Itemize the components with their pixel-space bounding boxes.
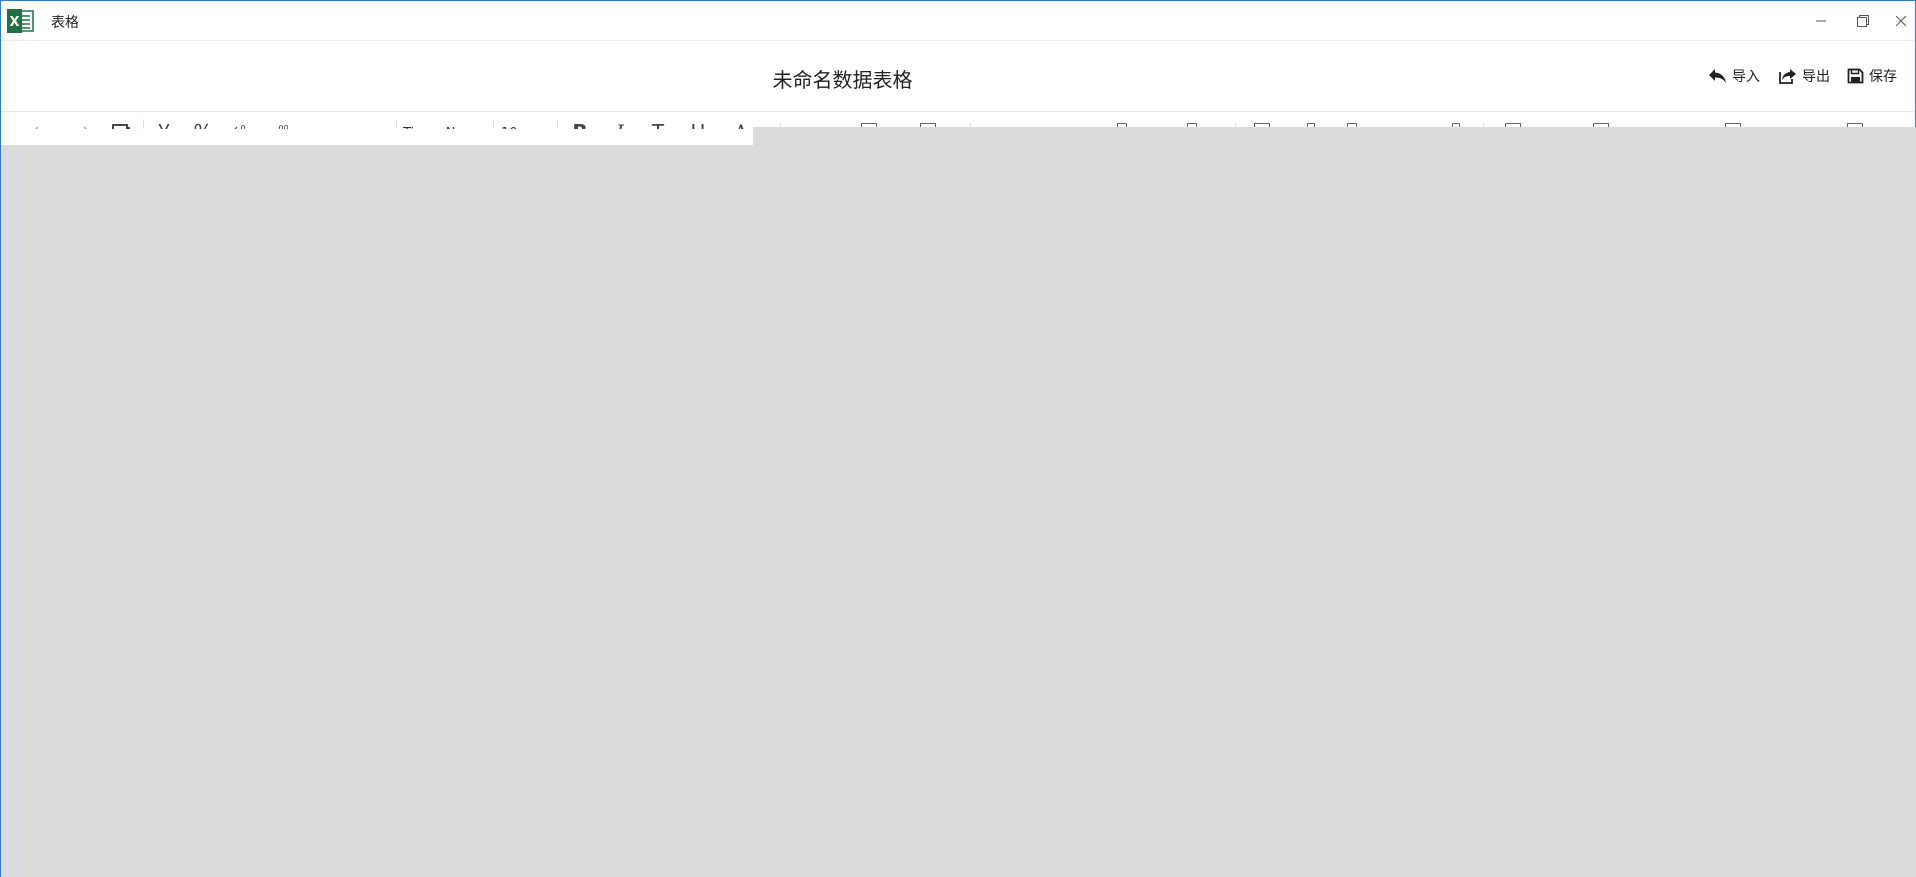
document-title[interactable]: 未命名数据表格 (1, 64, 1684, 93)
percent-format-button[interactable]: % (189, 113, 217, 129)
toolbar-separator (557, 119, 558, 129)
bold-button[interactable]: B (567, 113, 593, 129)
italic-icon: I (616, 113, 624, 129)
restore-icon (1857, 15, 1869, 27)
currency-format-button[interactable]: ¥ (151, 113, 177, 129)
decrease-decimal-icon: .0 .00 (234, 124, 246, 129)
undo-button[interactable] (29, 113, 53, 129)
font-family-value: Times N... (403, 113, 468, 129)
svg-text:.0: .0 (238, 124, 246, 129)
import-label: 导入 (1732, 69, 1760, 85)
font-color-button[interactable]: A (729, 113, 753, 129)
format-painter-button[interactable] (109, 113, 133, 129)
restore-button[interactable] (1843, 1, 1883, 41)
minimize-button[interactable] (1801, 1, 1841, 41)
svg-text:X: X (9, 15, 19, 30)
save-button[interactable]: 保存 (1847, 66, 1897, 86)
decrease-decimal-button[interactable]: .0 .00 (231, 113, 257, 129)
share-icon (1779, 69, 1796, 84)
export-label: 导出 (1802, 69, 1830, 85)
percent-icon: % (193, 113, 212, 129)
strikethrough-icon: T (652, 113, 664, 129)
redo-button[interactable] (69, 113, 93, 129)
number-format-select[interactable]: 自动 (319, 113, 391, 129)
redo-icon (83, 126, 88, 129)
document-header: 未命名数据表格 导入 导出 保存 (1, 42, 1915, 112)
close-icon (1895, 15, 1907, 27)
save-label: 保存 (1869, 69, 1897, 85)
excel-icon: X (6, 8, 34, 34)
font-size-select[interactable]: 10 (501, 113, 553, 129)
underline-icon: U (691, 113, 706, 129)
increase-decimal-button[interactable]: .00 .0 (269, 113, 295, 129)
minimize-icon (1816, 20, 1826, 22)
currency-icon: ¥ (158, 113, 171, 129)
loading-overlay-top (753, 127, 1916, 145)
underline-button[interactable]: U (685, 113, 711, 129)
format-painter-icon (112, 124, 130, 129)
import-button[interactable]: 导入 (1708, 66, 1760, 86)
window-title: 表格 (51, 15, 79, 31)
increase-decimal-icon: .00 .0 (276, 124, 289, 129)
app-window: X 表格 未命名数据表格 导入 导出 保存 .0 .00 (0, 0, 1916, 877)
number-format-value: 自动 (319, 113, 345, 129)
close-button[interactable] (1881, 1, 1916, 41)
font-family-select[interactable]: Times N... (403, 113, 491, 129)
strikethrough-button[interactable]: T (645, 113, 671, 129)
svg-text:.00: .00 (276, 124, 289, 129)
toolbar-separator (143, 119, 144, 129)
font-size-value: 10 (501, 113, 518, 129)
toolbar-separator (396, 119, 397, 129)
undo-icon (34, 126, 39, 129)
title-bar: X 表格 (1, 1, 1915, 41)
toolbar-separator (493, 119, 494, 129)
bold-icon: B (572, 113, 587, 129)
font-color-icon: A (734, 113, 748, 129)
export-button[interactable]: 导出 (1778, 66, 1830, 86)
loading-overlay (1, 145, 1916, 877)
reply-icon (1709, 69, 1726, 83)
italic-button[interactable]: I (607, 113, 633, 129)
save-icon (1847, 68, 1864, 84)
